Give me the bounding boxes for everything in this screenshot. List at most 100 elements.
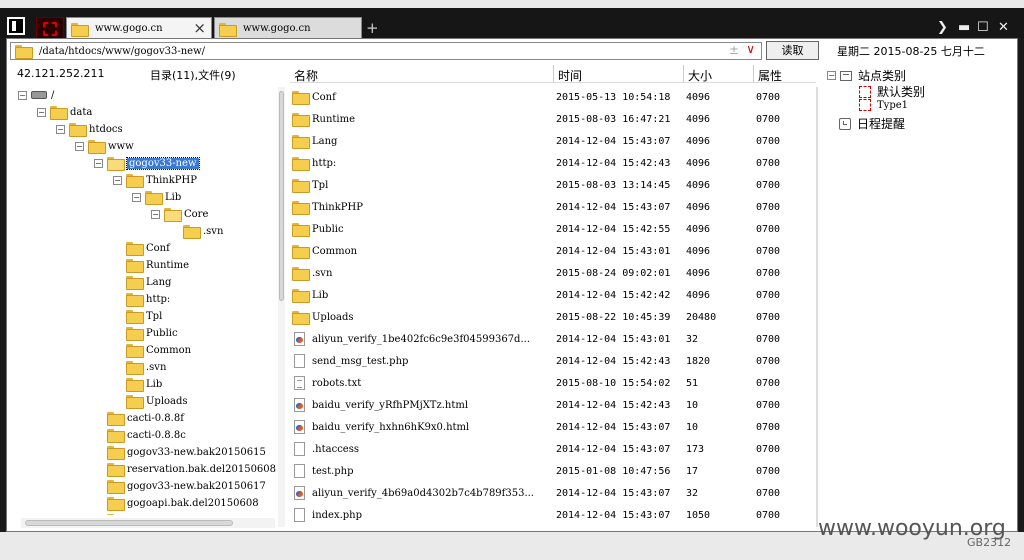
file-row[interactable]: test.php 2015-01-08 10:47:56 17 0700 bbox=[290, 462, 816, 480]
tree-node[interactable]: cacti-0.8.8f bbox=[94, 410, 184, 426]
tree-node[interactable]: Conf bbox=[113, 240, 170, 256]
tree-toggle[interactable]: − bbox=[18, 90, 27, 100]
file-row[interactable]: Conf 2015-05-13 10:54:18 4096 0700 bbox=[290, 88, 816, 106]
tree-horizontal-scrollbar[interactable] bbox=[21, 518, 275, 528]
column-attr[interactable]: 属性 bbox=[758, 67, 782, 84]
new-tab-button[interactable]: + bbox=[366, 19, 379, 37]
folder-open-icon bbox=[107, 157, 125, 171]
file-row[interactable]: baidu_verify_hxhn6hK9x0.html 2014-12-04 1… bbox=[290, 418, 816, 436]
dir-file-counts: 目录(11),文件(9) bbox=[150, 69, 236, 82]
file-name: baidu_verify_yRfhPMjXTz.html bbox=[312, 399, 469, 411]
column-name[interactable]: 名称 bbox=[294, 67, 318, 84]
chevron-down-icon[interactable]: ∨ bbox=[746, 42, 755, 56]
path-input[interactable]: /data/htdocs/www/gogov33-new/ ± ∨ bbox=[10, 42, 762, 60]
tree-node[interactable]: − htdocs bbox=[56, 121, 123, 137]
tree-toggle[interactable]: − bbox=[56, 124, 65, 134]
tree-node[interactable]: reservation.bak.del20150608 bbox=[94, 461, 276, 477]
file-name: baidu_verify_hxhn6hK9x0.html bbox=[312, 421, 470, 433]
file-row[interactable]: Lib 2014-12-04 15:42:42 4096 0700 bbox=[290, 286, 816, 304]
tree-node[interactable]: − ThinkPHP bbox=[113, 172, 197, 188]
tree-toggle[interactable]: − bbox=[94, 158, 103, 168]
tree-node[interactable]: gogov33-new.bak20150617 bbox=[94, 478, 266, 494]
tab-red[interactable] bbox=[36, 17, 64, 39]
tree-node-label: / bbox=[51, 89, 55, 101]
tab-close-icon[interactable]: × bbox=[193, 19, 206, 37]
file-row[interactable]: Uploads 2015-08-22 10:45:39 20480 0700 bbox=[290, 308, 816, 326]
file-size: 32 bbox=[686, 333, 699, 345]
schedule-reminder-node[interactable]: 日程提醒 bbox=[839, 115, 905, 132]
tree-node[interactable]: .svn bbox=[113, 359, 166, 375]
top-strip bbox=[0, 0, 1024, 8]
file-list-scrollbar[interactable] bbox=[816, 87, 818, 527]
html-file-icon bbox=[294, 332, 305, 346]
file-row[interactable]: aliyun_verify_4b69a0d4302b7c4b789f353...… bbox=[290, 484, 816, 502]
file-row[interactable]: .svn 2015-08-24 09:02:01 4096 0700 bbox=[290, 264, 816, 282]
app-logo-icon[interactable] bbox=[7, 17, 25, 35]
tree-node[interactable]: Lang bbox=[113, 274, 171, 290]
file-row[interactable]: Lang 2014-12-04 15:43:07 4096 0700 bbox=[290, 132, 816, 150]
tree-vertical-scrollbar[interactable] bbox=[278, 87, 285, 527]
tab-gogo[interactable]: www.gogo.cn bbox=[214, 17, 362, 39]
category-item[interactable]: Type1 bbox=[859, 99, 908, 111]
folder-icon bbox=[292, 113, 310, 127]
file-row[interactable]: aliyun_verify_1be402fc6c9e3f04599367d...… bbox=[290, 330, 816, 348]
tree-node[interactable]: http: bbox=[113, 291, 170, 307]
file-row[interactable]: Public 2014-12-04 15:42:55 4096 0700 bbox=[290, 220, 816, 238]
column-time[interactable]: 时间 bbox=[558, 67, 582, 84]
tab-gogo-active[interactable]: www.gogo.cn × bbox=[66, 17, 212, 39]
tree-node[interactable]: Lib bbox=[113, 376, 162, 392]
tree-node[interactable]: Runtime bbox=[113, 257, 189, 273]
file-row[interactable]: Tpl 2015-08-03 13:14:45 4096 0700 bbox=[290, 176, 816, 194]
category-item[interactable]: 默认类别 bbox=[859, 83, 925, 100]
file-row[interactable]: robots.txt 2015-08-10 15:54:02 51 0700 bbox=[290, 374, 816, 392]
tree-toggle[interactable]: − bbox=[113, 175, 122, 185]
file-size: 1050 bbox=[686, 509, 711, 521]
tree-node[interactable]: gogoapi.bak.del20150608 bbox=[94, 495, 259, 511]
close-icon[interactable]: ✕ bbox=[998, 21, 1009, 35]
maximize-icon[interactable]: ☐ bbox=[977, 21, 989, 35]
plus-minus-icon[interactable]: ± bbox=[729, 43, 739, 57]
collapse-toggle[interactable]: − bbox=[827, 71, 836, 80]
file-row[interactable]: Common 2014-12-04 15:43:01 4096 0700 bbox=[290, 242, 816, 260]
file-row[interactable]: baidu_verify_yRfhPMjXTz.html 2014-12-04 1… bbox=[290, 396, 816, 414]
tree-node-label: http: bbox=[146, 293, 171, 305]
tree-toggle[interactable]: − bbox=[132, 192, 141, 202]
column-separator[interactable] bbox=[553, 65, 554, 83]
tab-scroll-chevron-icon[interactable]: ❯ bbox=[937, 21, 948, 35]
tree-node[interactable]: − Lib bbox=[132, 189, 181, 205]
tree-node[interactable]: Common bbox=[113, 342, 191, 358]
file-row[interactable]: ThinkPHP 2014-12-04 15:43:07 4096 0700 bbox=[290, 198, 816, 216]
scroll-thumb[interactable] bbox=[25, 520, 233, 526]
tree-node[interactable]: − www bbox=[75, 138, 134, 154]
tree-node[interactable]: Public bbox=[113, 325, 178, 341]
tree-node[interactable]: Tpl bbox=[113, 308, 162, 324]
tree-node[interactable]: gogoadm.bak.del20150608 bbox=[94, 512, 265, 515]
column-separator[interactable] bbox=[683, 65, 684, 83]
file-row[interactable]: Runtime 2015-08-03 16:47:21 4096 0700 bbox=[290, 110, 816, 128]
tree-node[interactable]: − Core bbox=[151, 206, 208, 222]
scroll-thumb[interactable] bbox=[279, 91, 284, 301]
file-size: 32 bbox=[686, 487, 699, 499]
tree-node[interactable]: − gogov33-new bbox=[94, 155, 200, 171]
tree-node[interactable]: gogov33-new.bak20150615 bbox=[94, 444, 266, 460]
read-button[interactable]: 读取 bbox=[766, 41, 819, 60]
tree-node[interactable]: cacti-0.8.8c bbox=[94, 427, 186, 443]
tree-node[interactable]: Uploads bbox=[113, 393, 188, 409]
column-separator[interactable] bbox=[753, 65, 754, 83]
file-icon bbox=[294, 508, 305, 522]
file-row[interactable]: send_msg_test.php 2014-12-04 15:42:43 1820… bbox=[290, 352, 816, 370]
minimize-icon[interactable]: ▬ bbox=[958, 21, 970, 35]
tree-node[interactable]: − / bbox=[18, 87, 54, 103]
tree-toggle[interactable]: − bbox=[151, 209, 160, 219]
tree-node-label: Conf bbox=[146, 242, 170, 254]
tree-node[interactable]: .svn bbox=[170, 223, 223, 239]
site-category-node[interactable]: − 站点类别 bbox=[827, 67, 906, 84]
tree-node[interactable]: − data bbox=[37, 104, 92, 120]
file-row[interactable]: index.php 2014-12-04 15:43:07 1050 0700 bbox=[290, 506, 816, 524]
tree-toggle[interactable]: − bbox=[75, 141, 84, 151]
file-time: 2015-01-08 10:47:56 bbox=[556, 465, 671, 477]
file-row[interactable]: .htaccess 2014-12-04 15:43:07 173 0700 bbox=[290, 440, 816, 458]
column-size[interactable]: 大小 bbox=[688, 67, 712, 84]
tree-toggle[interactable]: − bbox=[37, 107, 46, 117]
file-row[interactable]: http: 2014-12-04 15:42:43 4096 0700 bbox=[290, 154, 816, 172]
